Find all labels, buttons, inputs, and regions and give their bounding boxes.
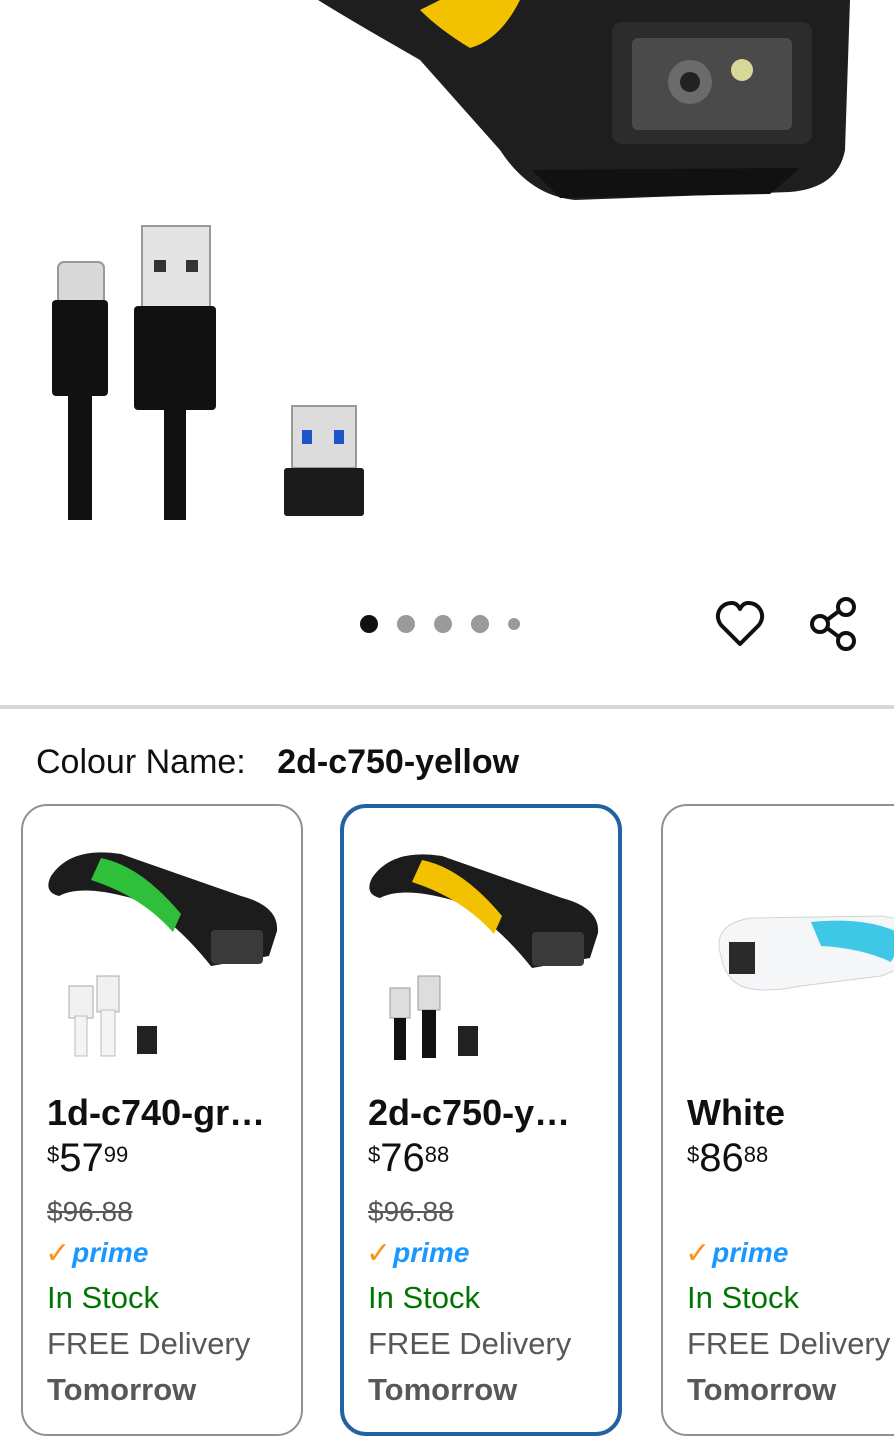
variant-thumbnail <box>41 836 287 1066</box>
variant-card-3[interactable]: White $8688 ✓ prime In Stock FREE Deliver… <box>661 804 894 1436</box>
variant-card-2-selected[interactable]: 2d-c750-y… $7688 $96.88 ✓ prime In Stock … <box>340 804 622 1436</box>
heart-icon[interactable] <box>714 598 766 650</box>
variant-stock-status: In Stock <box>368 1280 480 1315</box>
section-divider <box>0 705 894 709</box>
variant-delivery: FREE Delivery <box>47 1326 251 1361</box>
variant-stock-status: In Stock <box>687 1280 799 1315</box>
share-icon[interactable] <box>806 596 862 652</box>
variant-delivery-day: Tomorrow <box>687 1372 837 1407</box>
prime-badge: ✓ prime <box>685 1236 789 1270</box>
prime-check-icon: ✓ <box>685 1236 711 1270</box>
variant-list-price: $96.88 <box>368 1196 454 1227</box>
pagination-dot-2[interactable] <box>397 615 415 633</box>
colour-name-label: Colour Name: <box>36 743 246 781</box>
variant-card-1[interactable]: 1d-c740-gr… $5799 $96.88 ✓ prime In Stock… <box>21 804 303 1436</box>
variant-delivery: FREE Delivery <box>368 1326 572 1361</box>
variant-thumbnail <box>681 836 894 1066</box>
variant-delivery: FREE Delivery <box>687 1326 891 1361</box>
variant-name: 1d-c740-gr… <box>47 1092 266 1133</box>
prime-badge: ✓ prime <box>366 1236 470 1270</box>
image-pagination-dots[interactable] <box>360 614 539 634</box>
variant-thumbnail <box>362 838 608 1068</box>
variant-price: $5799 <box>47 1136 129 1180</box>
variant-list-price: $96.88 <box>47 1196 133 1227</box>
pagination-dot-5[interactable] <box>508 618 520 630</box>
variant-price: $8688 <box>687 1136 769 1180</box>
prime-check-icon: ✓ <box>366 1236 392 1270</box>
prime-badge: ✓ prime <box>45 1236 149 1270</box>
pagination-dot-1[interactable] <box>360 615 378 633</box>
colour-name-value: 2d-c750-yellow <box>277 743 520 781</box>
pagination-dot-4[interactable] <box>471 615 489 633</box>
variant-name: 2d-c750-y… <box>368 1092 571 1133</box>
variant-stock-status: In Stock <box>47 1280 159 1315</box>
variant-name: White <box>687 1092 785 1133</box>
variant-price: $7688 <box>368 1136 450 1180</box>
variant-delivery-day: Tomorrow <box>47 1372 197 1407</box>
colour-name-row: Colour Name: 2d-c750-yellow <box>36 742 519 782</box>
prime-check-icon: ✓ <box>45 1236 71 1270</box>
pagination-dot-3[interactable] <box>434 615 452 633</box>
variant-delivery-day: Tomorrow <box>368 1372 518 1407</box>
